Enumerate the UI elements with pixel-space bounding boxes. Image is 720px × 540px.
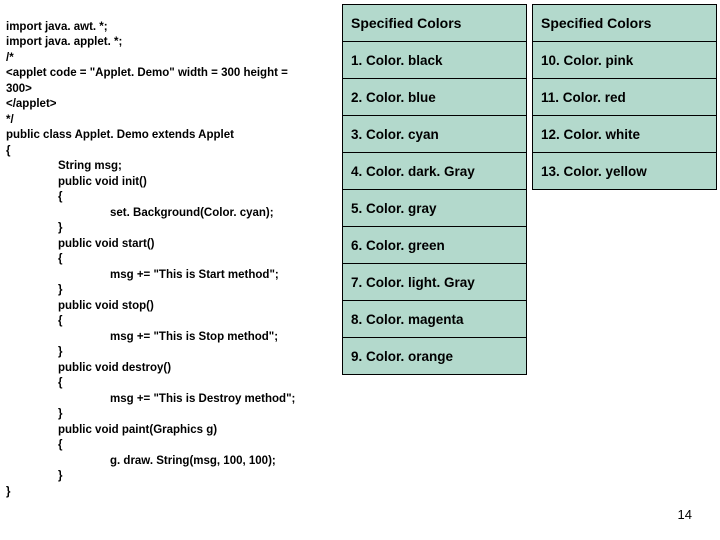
table-row: 11. Color. red [533,79,717,116]
table-row: 3. Color. cyan [343,116,527,153]
code-line: public void stop() [6,300,154,312]
code-line: */ [6,114,14,126]
table-row: 7. Color. light. Gray [343,264,527,301]
colors-table-2: Specified Colors 10. Color. pink 11. Col… [532,4,717,190]
code-line: } [6,486,10,498]
code-line: msg += "This is Stop method"; [6,331,278,343]
code-line: import java. applet. *; [6,36,122,48]
code-line: public void init() [6,176,147,188]
table-row: 9. Color. orange [343,338,527,375]
table-row: 2. Color. blue [343,79,527,116]
code-line: </applet> [6,98,57,110]
table-row: 1. Color. black [343,42,527,79]
code-line: } [6,346,62,358]
code-line: String msg; [6,160,122,172]
code-line: } [6,408,62,420]
colors-table-1: Specified Colors 1. Color. black 2. Colo… [342,4,527,375]
table-header: Specified Colors [343,5,527,42]
table-row: 5. Color. gray [343,190,527,227]
table-row: 13. Color. yellow [533,153,717,190]
code-line: } [6,222,62,234]
code-line: set. Background(Color. cyan); [6,207,274,219]
code-line: public void destroy() [6,362,171,374]
code-line: public void start() [6,238,154,250]
code-line: 300> [6,83,32,95]
code-block: import java. awt. *; import java. applet… [6,4,336,501]
code-line: import java. awt. *; [6,21,108,33]
code-line: { [6,377,62,389]
code-line: { [6,145,10,157]
table-header: Specified Colors [533,5,717,42]
code-line: { [6,315,62,327]
code-line: public class Applet. Demo extends Applet [6,129,234,141]
code-line: g. draw. String(msg, 100, 100); [6,455,276,467]
table-row: 12. Color. white [533,116,717,153]
table-row: 8. Color. magenta [343,301,527,338]
code-line: <applet code = "Applet. Demo" width = 30… [6,67,288,79]
code-line: { [6,253,62,265]
table-row: 10. Color. pink [533,42,717,79]
code-line: } [6,284,62,296]
code-line: /* [6,52,14,64]
code-line: msg += "This is Start method"; [6,269,279,281]
code-line: { [6,439,62,451]
code-line: public void paint(Graphics g) [6,424,217,436]
code-line: msg += "This is Destroy method"; [6,393,295,405]
code-line: } [6,470,62,482]
table-row: 6. Color. green [343,227,527,264]
page-number: 14 [678,507,692,522]
table-row: 4. Color. dark. Gray [343,153,527,190]
code-line: { [6,191,62,203]
